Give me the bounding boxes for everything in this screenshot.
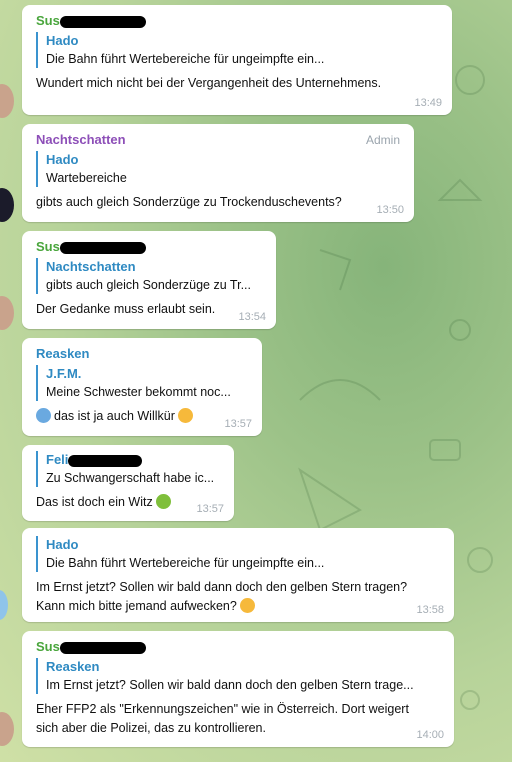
- message-text: Im Ernst jetzt? Sollen wir bald dann doc…: [36, 580, 408, 594]
- message-time: 13:49: [414, 97, 442, 109]
- chat-message[interactable]: Sus Nachtschatten gibts auch gleich Sond…: [22, 231, 276, 329]
- reply-text: Im Ernst jetzt? Sollen wir bald dann doc…: [46, 678, 414, 692]
- message-time: 13:50: [376, 204, 404, 216]
- reply-text: Zu Schwangerschaft habe ic...: [46, 471, 215, 485]
- chat-message[interactable]: Sus Hado Die Bahn führt Wertebereiche fü…: [22, 5, 452, 115]
- chat-message[interactable]: Reasken J.F.M. Meine Schwester bekommt n…: [22, 338, 262, 436]
- reply-preview[interactable]: Hado Wartebereiche: [36, 151, 400, 187]
- reply-preview[interactable]: Reasken Im Ernst jetzt? Sollen wir bald …: [36, 658, 440, 694]
- nauseated-face-emoji: [155, 494, 171, 509]
- reply-author: Hado: [46, 537, 79, 552]
- reply-preview[interactable]: Nachtschatten gibts auch gleich Sonderzü…: [36, 258, 262, 294]
- message-text: Eher FFP2 als "Erkennungszeichen" wie in…: [36, 702, 409, 716]
- reply-text: Die Bahn führt Wertebereiche für ungeimp…: [46, 52, 325, 66]
- message-text: Wundert mich nicht bei der Vergangenheit…: [36, 76, 382, 90]
- message-time: 13:58: [416, 604, 444, 616]
- message-text: das ist ja auch Willkür: [36, 407, 248, 426]
- redaction-mark: [68, 454, 143, 467]
- reply-text: Meine Schwester bekommt noc...: [46, 385, 231, 399]
- message-text: Der Gedanke muss erlaubt sein.: [36, 302, 216, 316]
- reply-preview[interactable]: Hado Die Bahn führt Wertebereiche für un…: [36, 32, 438, 68]
- sender-name[interactable]: Reasken: [36, 346, 248, 361]
- reply-text: Wartebereiche: [46, 171, 127, 185]
- message-time: 13:54: [238, 311, 266, 323]
- reply-preview[interactable]: J.F.M. Meine Schwester bekommt noc...: [36, 365, 248, 401]
- reply-author: Hado: [46, 33, 79, 48]
- message-time: 14:00: [416, 729, 444, 741]
- chat-message[interactable]: Sus Reasken Im Ernst jetzt? Sollen wir b…: [22, 631, 454, 747]
- redaction-mark: [59, 241, 146, 254]
- message-text: Das ist doch ein Witz: [36, 493, 220, 512]
- reply-author: Hado: [46, 152, 79, 167]
- redaction-mark: [59, 641, 146, 654]
- weary-face-emoji: [239, 598, 255, 613]
- chat-message[interactable]: Nachtschatten Admin Hado Wartebereiche g…: [22, 124, 414, 222]
- reply-author: J.F.M.: [46, 366, 82, 381]
- reply-author: Nachtschatten: [46, 259, 136, 274]
- reply-author: Feli: [46, 451, 220, 469]
- persevering-face-emoji: [177, 408, 193, 423]
- admin-badge: Admin: [365, 133, 400, 147]
- sender-name[interactable]: Sus: [36, 239, 262, 254]
- sender-name[interactable]: Sus: [36, 639, 440, 654]
- reply-author: Reasken: [46, 659, 100, 674]
- reply-preview[interactable]: Hado Die Bahn führt Wertebereiche für un…: [36, 536, 440, 572]
- chat-message[interactable]: Feli Zu Schwangerschaft habe ic... Das i…: [22, 445, 234, 521]
- sender-name[interactable]: Nachtschatten: [36, 132, 400, 147]
- message-text: sich aber die Polizei, das zu kontrollie…: [36, 721, 266, 735]
- screaming-face-emoji: [36, 408, 51, 423]
- reply-text: Die Bahn führt Wertebereiche für ungeimp…: [46, 556, 325, 570]
- message-text: Kann mich bitte jemand aufwecken?: [36, 597, 440, 616]
- message-text: gibts auch gleich Sonderzüge zu Trockend…: [36, 195, 342, 209]
- message-time: 13:57: [196, 503, 224, 515]
- message-time: 13:57: [224, 418, 252, 430]
- redaction-mark: [59, 15, 146, 28]
- chat-message[interactable]: Hado Die Bahn führt Wertebereiche für un…: [22, 528, 454, 622]
- reply-text: gibts auch gleich Sonderzüge zu Tr...: [46, 278, 251, 292]
- reply-preview[interactable]: Feli Zu Schwangerschaft habe ic...: [36, 451, 220, 487]
- sender-name[interactable]: Sus: [36, 13, 438, 28]
